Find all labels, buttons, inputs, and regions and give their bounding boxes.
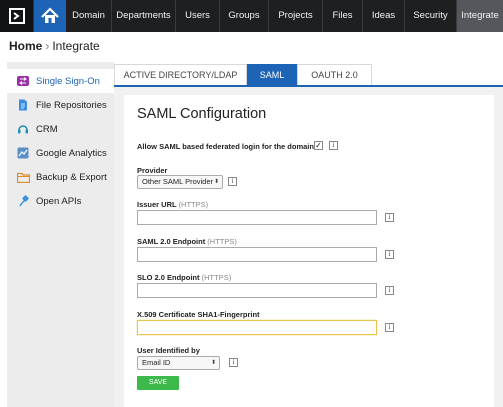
nav-integrate[interactable]: Integrate xyxy=(457,0,503,32)
sidebar-item-label: Open APIs xyxy=(36,195,82,207)
info-icon[interactable]: i xyxy=(228,177,237,186)
nav-files[interactable]: Files xyxy=(323,0,363,32)
sidebar-item-label: File Repositories xyxy=(36,99,107,111)
sidebar-item-open-apis[interactable]: Open APIs xyxy=(7,189,114,213)
issuer-url-hint: (HTTPS) xyxy=(178,200,209,209)
saml-endpoint-input[interactable] xyxy=(137,247,377,262)
sidebar-item-label: Google Analytics xyxy=(36,147,107,159)
info-icon[interactable]: i xyxy=(385,250,394,259)
tab-saml[interactable]: SAML xyxy=(247,64,297,85)
sidebar-item-single-sign-on[interactable]: Single Sign-On xyxy=(7,69,114,93)
info-icon[interactable]: i xyxy=(385,213,394,222)
certificate-fingerprint-input[interactable] xyxy=(137,320,377,335)
sidebar-item-label: CRM xyxy=(36,123,58,135)
sidebar-item-google-analytics[interactable]: Google Analytics xyxy=(7,141,114,165)
nav-security[interactable]: Security xyxy=(405,0,457,32)
tab-oauth[interactable]: OAUTH 2.0 xyxy=(297,64,372,85)
user-identified-select-value: Email ID xyxy=(142,358,171,367)
slo-endpoint-input[interactable] xyxy=(137,283,377,298)
sidebar-item-label: Backup & Export xyxy=(36,171,107,183)
info-icon[interactable]: i xyxy=(385,286,394,295)
issuer-url-label-text: Issuer URL xyxy=(137,200,177,209)
home-button[interactable] xyxy=(34,0,66,32)
api-plug-icon xyxy=(12,195,34,207)
breadcrumb-home[interactable]: Home xyxy=(9,39,42,53)
sidebar-item-label: Single Sign-On xyxy=(36,75,100,87)
nav-ideas[interactable]: Ideas xyxy=(363,0,405,32)
integration-tabs: ACTIVE DIRECTORY/LDAP SAML OAUTH 2.0 xyxy=(114,64,503,87)
user-identified-select[interactable]: Email ID ⬍ xyxy=(137,356,220,370)
provider-select[interactable]: Other SAML Provider ⬍ xyxy=(137,175,223,189)
provider-label: Provider xyxy=(137,166,168,175)
file-icon xyxy=(12,99,34,111)
nav-groups[interactable]: Groups xyxy=(220,0,269,32)
app-logo-icon xyxy=(9,8,25,24)
issuer-url-input[interactable] xyxy=(137,210,377,225)
provider-select-value: Other SAML Provider xyxy=(142,177,213,186)
saml-endpoint-label-text: SAML 2.0 Endpoint xyxy=(137,237,206,246)
analytics-chart-icon xyxy=(12,147,34,159)
breadcrumb: Home › Integrate xyxy=(9,39,100,53)
main-nav: Domain Departments Users Groups Projects… xyxy=(66,0,503,32)
headset-icon xyxy=(12,123,34,135)
nav-departments[interactable]: Departments xyxy=(112,0,176,32)
app-logo[interactable] xyxy=(0,0,34,32)
saml-endpoint-label: SAML 2.0 Endpoint (HTTPS) xyxy=(137,237,237,246)
folder-icon xyxy=(12,172,34,183)
sso-arrows-icon xyxy=(12,75,34,87)
allow-saml-label: Allow SAML based federated login for the… xyxy=(137,142,319,151)
dropdown-arrows-icon: ⬍ xyxy=(210,360,216,366)
allow-saml-checkbox[interactable]: ✓ xyxy=(314,141,323,150)
certificate-label: X.509 Certificate SHA1-Fingerprint xyxy=(137,310,260,319)
home-icon xyxy=(41,7,59,23)
issuer-url-label: Issuer URL (HTTPS) xyxy=(137,200,208,209)
saml-endpoint-hint: (HTTPS) xyxy=(207,237,237,246)
sidebar-item-file-repositories[interactable]: File Repositories xyxy=(7,93,114,117)
breadcrumb-current: Integrate xyxy=(52,39,100,53)
info-icon[interactable]: i xyxy=(329,141,338,150)
top-nav-bar: Domain Departments Users Groups Projects… xyxy=(0,0,503,32)
nav-users[interactable]: Users xyxy=(176,0,220,32)
save-button[interactable]: SAVE xyxy=(137,376,179,390)
slo-endpoint-label: SLO 2.0 Endpoint (HTTPS) xyxy=(137,273,231,282)
info-icon[interactable]: i xyxy=(385,323,394,332)
user-identified-label: User Identified by xyxy=(137,346,200,355)
sidebar-item-crm[interactable]: CRM xyxy=(7,117,114,141)
info-icon[interactable]: i xyxy=(229,358,238,367)
breadcrumb-separator: › xyxy=(45,39,50,53)
page-title: SAML Configuration xyxy=(137,106,267,122)
slo-endpoint-hint: (HTTPS) xyxy=(201,273,232,282)
sidebar-item-backup-export[interactable]: Backup & Export xyxy=(7,165,114,189)
tab-active-directory-ldap[interactable]: ACTIVE DIRECTORY/LDAP xyxy=(114,64,247,85)
slo-endpoint-label-text: SLO 2.0 Endpoint xyxy=(137,273,200,282)
nav-domain[interactable]: Domain xyxy=(66,0,112,32)
nav-projects[interactable]: Projects xyxy=(269,0,323,32)
dropdown-arrows-icon: ⬍ xyxy=(213,179,219,185)
sidebar: Single Sign-On File Repositories CRM Goo… xyxy=(7,62,114,407)
